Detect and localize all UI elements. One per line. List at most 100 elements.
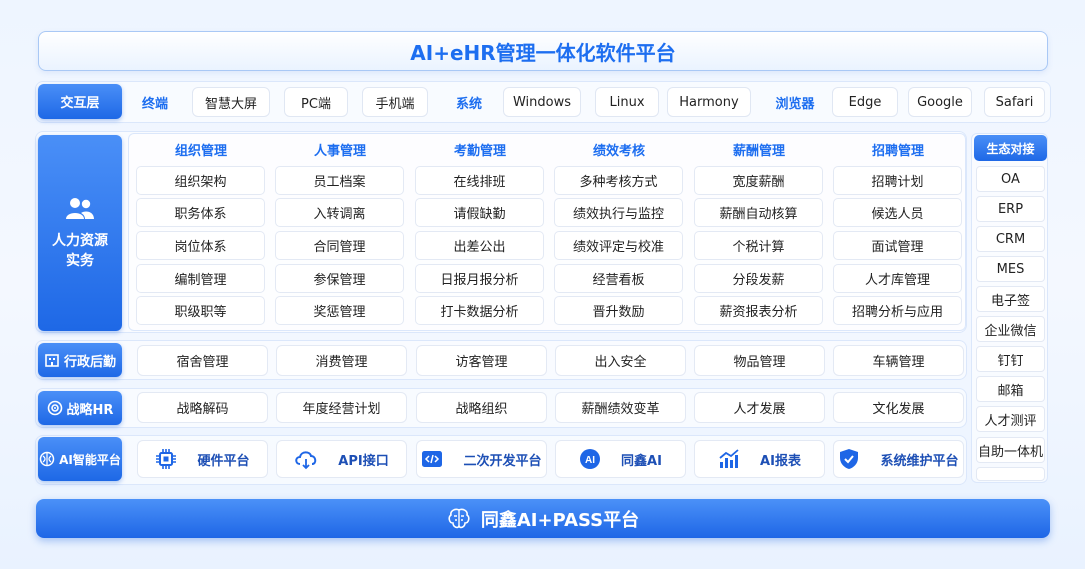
interaction-group-label: 系统 (455, 96, 482, 112)
admin-label: 行政后勤 (38, 343, 122, 377)
hr-column-head: 招聘管理 (871, 144, 924, 159)
ecosystem-item: 人才测评 (976, 406, 1045, 432)
hr-cell: 组织架构 (136, 166, 265, 195)
admin-cell: 宿舍管理 (137, 345, 268, 376)
strategy-cell: 战略组织 (416, 392, 547, 423)
ecosystem-item: ERP (976, 196, 1045, 222)
ecosystem-item: 电子签 (976, 286, 1045, 312)
ai-item: AI 同鑫AI (555, 440, 686, 478)
code-icon (421, 448, 453, 470)
hr-cell: 分段发薪 (694, 264, 823, 293)
hr-cell: 面试管理 (833, 231, 962, 260)
admin-cell: 车辆管理 (833, 345, 964, 376)
ai-item-label: 系统维护平台 (880, 453, 959, 469)
hr-cell: 薪酬自动核算 (694, 198, 823, 227)
interaction-group-label: 终端 (141, 96, 168, 112)
hr-label: 人力资源 实务 (38, 135, 122, 331)
ecosystem-item: 邮箱 (976, 376, 1045, 402)
ai-badge-icon: AI (579, 448, 611, 470)
hr-cell: 打卡数据分析 (415, 296, 544, 325)
hr-label-line2: 实务 (66, 253, 94, 269)
strategy-label: 战略HR (38, 391, 122, 425)
footer-bar: 同鑫AI+PASS平台 (36, 499, 1050, 538)
ecosystem-item: 自助一体机 (976, 437, 1045, 463)
hr-cell: 晋升数励 (554, 296, 683, 325)
interaction-chip: Edge (832, 87, 898, 117)
ai-label: AI智能平台 (38, 437, 122, 481)
ecosystem-item: CRM (976, 226, 1045, 252)
hr-cell: 个税计算 (694, 231, 823, 260)
ecosystem-item: OA (976, 166, 1045, 192)
hr-column-head: 人事管理 (313, 144, 366, 159)
hr-cell: 职级职等 (136, 296, 265, 325)
interaction-group-label: 浏览器 (775, 96, 815, 112)
ai-item: API接口 (276, 440, 407, 478)
hr-cell: 经营看板 (554, 264, 683, 293)
interaction-chip: Windows (503, 87, 581, 117)
hr-cell: 绩效评定与校准 (554, 231, 683, 260)
hr-cell: 招聘计划 (833, 166, 962, 195)
hr-cell: 人才库管理 (833, 264, 962, 293)
ai-item: 二次开发平台 (416, 440, 547, 478)
admin-cell: 物品管理 (694, 345, 825, 376)
admin-cell: 访客管理 (416, 345, 547, 376)
strategy-cell: 年度经营计划 (276, 392, 407, 423)
hr-cell: 岗位体系 (136, 231, 265, 260)
hr-cell: 薪资报表分析 (694, 296, 823, 325)
strategy-cell: 文化发展 (833, 392, 964, 423)
hr-column-head: 考勤管理 (453, 144, 506, 159)
shield-icon (838, 448, 870, 470)
hr-cell: 宽度薪酬 (694, 166, 823, 195)
interaction-chip: Linux (595, 87, 659, 117)
chart-icon (718, 448, 750, 470)
ai-item-label: 同鑫AI (621, 453, 662, 469)
hr-cell: 在线排班 (415, 166, 544, 195)
hr-cell: 参保管理 (275, 264, 404, 293)
ai-item-label: 二次开发平台 (463, 453, 542, 469)
hr-cell: 合同管理 (275, 231, 404, 260)
hr-label-line1: 人力资源 (52, 233, 108, 249)
admin-cell: 出入安全 (555, 345, 686, 376)
interaction-chip: Safari (984, 87, 1045, 117)
ai-item-label: API接口 (338, 453, 389, 469)
ecosystem-item: MES (976, 256, 1045, 282)
strategy-cell: 人才发展 (694, 392, 825, 423)
ecosystem-item: 企业微信 (976, 316, 1045, 342)
hr-cell: 请假缺勤 (415, 198, 544, 227)
interaction-chip: 手机端 (362, 87, 428, 117)
interaction-chip: Google (908, 87, 972, 117)
svg-text:AI: AI (585, 455, 595, 466)
admin-label-text: 行政后勤 (63, 354, 116, 370)
ai-item: 硬件平台 (137, 440, 268, 478)
hr-column-head: 薪酬管理 (732, 144, 785, 159)
hr-cell: 职务体系 (136, 198, 265, 227)
admin-cell: 消费管理 (276, 345, 407, 376)
hr-cell: 多种考核方式 (554, 166, 683, 195)
ai-item: 系统维护平台 (833, 440, 964, 478)
hr-cell: 招聘分析与应用 (833, 296, 962, 325)
cloud-api-icon (294, 448, 328, 470)
hr-cell: 编制管理 (136, 264, 265, 293)
ecosystem-blank (976, 467, 1045, 481)
interaction-label: 交互层 (38, 84, 122, 119)
hr-cell: 日报月报分析 (415, 264, 544, 293)
users-icon (66, 198, 94, 219)
strategy-cell: 薪酬绩效变革 (555, 392, 686, 423)
strategy-cell: 战略解码 (137, 392, 268, 423)
page-title: AI+eHR管理一体化软件平台 (38, 31, 1048, 71)
footer-text: 同鑫AI+PASS平台 (480, 509, 640, 531)
ecosystem-head: 生态对接 (974, 135, 1047, 161)
ecosystem-item: 钉钉 (976, 346, 1045, 372)
chip-icon (155, 448, 187, 470)
building-icon (45, 354, 59, 367)
hr-cell: 绩效执行与监控 (554, 198, 683, 227)
ai-item: AI报表 (694, 440, 825, 478)
hr-cell: 员工档案 (275, 166, 404, 195)
interaction-chip: PC端 (284, 87, 348, 117)
ai-item-label: 硬件平台 (197, 453, 250, 469)
strategy-label-text: 战略HR (66, 402, 114, 418)
hr-cell: 奖惩管理 (275, 296, 404, 325)
hr-cell: 入转调离 (275, 198, 404, 227)
interaction-chip: 智慧大屏 (192, 87, 270, 117)
hr-column-head: 绩效考核 (592, 144, 645, 159)
